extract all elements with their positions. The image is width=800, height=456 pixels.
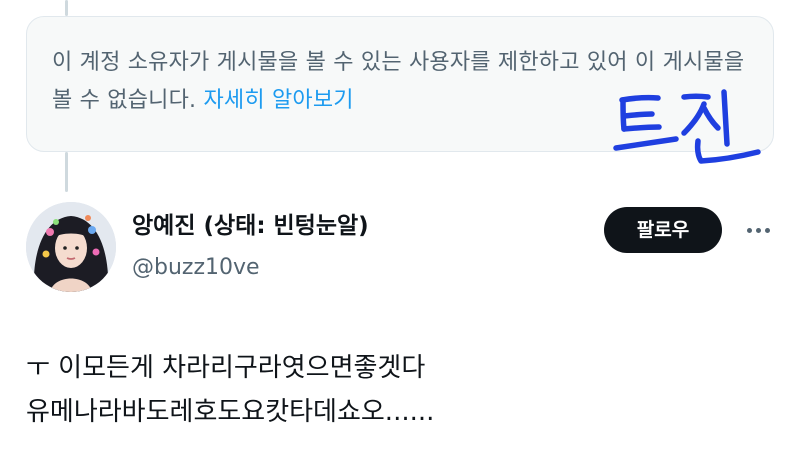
post-text-line-1: ㅜ 이모든게 차라리구라엿으면좋겟다: [26, 353, 426, 383]
post-text: ㅜ 이모든게 차라리구라엿으면좋겟다 유메나라바도레호도요캇타데쇼오......: [26, 346, 786, 434]
follow-button[interactable]: 팔로우: [604, 207, 722, 253]
more-horizontal-icon: [755, 227, 761, 233]
post-text-line-2: 유메나라바도레호도요캇타데쇼오......: [26, 397, 435, 427]
handwritten-annotation: [613, 89, 761, 164]
thread-connector: [65, 152, 68, 192]
learn-more-link[interactable]: 자세히 알아보기: [203, 88, 353, 113]
author-handle[interactable]: @buzz10ve: [132, 253, 260, 283]
more-horizontal-icon: [746, 227, 752, 233]
thread-connector-top: [65, 0, 68, 16]
post-view: 이 계정 소유자가 게시물을 볼 수 있는 사용자를 제한하고 있어 이 게시물…: [0, 0, 800, 456]
more-horizontal-icon: [764, 227, 770, 233]
avatar[interactable]: [26, 202, 116, 292]
author-display-name[interactable]: 앙예진 (상태: 빈텅눈알): [132, 211, 369, 241]
more-options-button[interactable]: [738, 216, 778, 244]
